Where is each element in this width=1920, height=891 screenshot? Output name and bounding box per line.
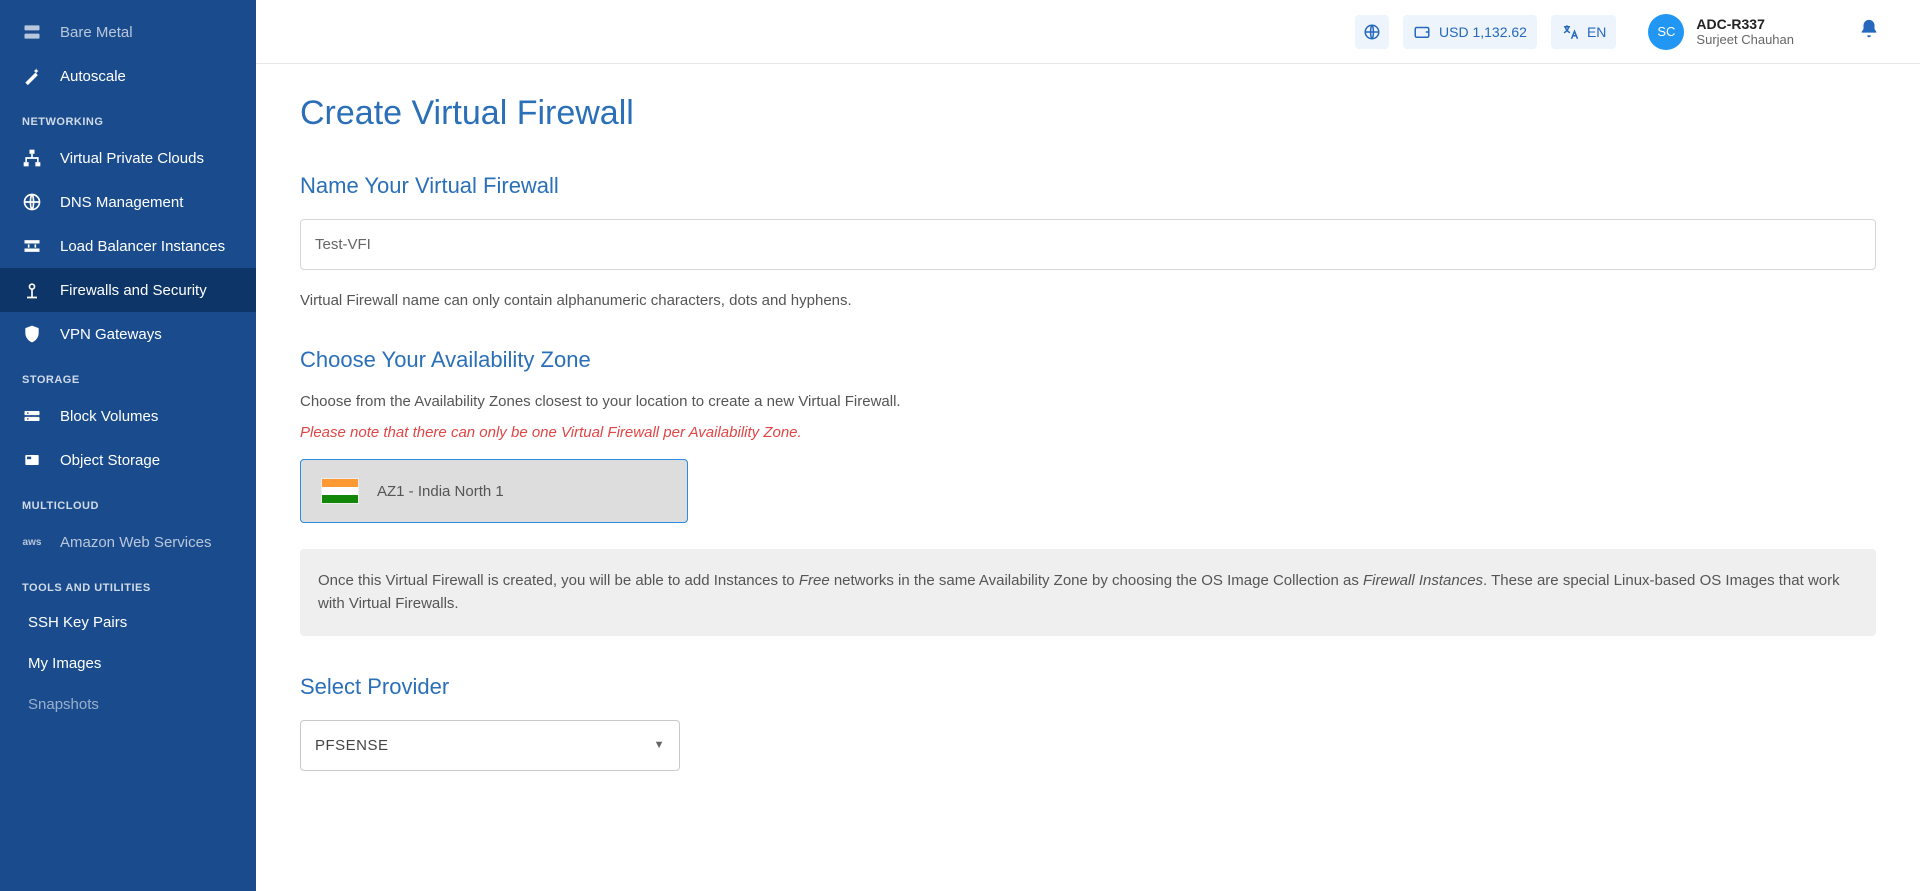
zone-intro-text: Choose from the Availability Zones close…	[300, 393, 1876, 410]
section-provider: Select Provider PFSENSE ▼	[300, 674, 1876, 771]
bell-icon	[1858, 27, 1880, 44]
section-title-name: Name Your Virtual Firewall	[300, 173, 1876, 199]
sidebar-item-aws[interactable]: aws Amazon Web Services	[0, 520, 256, 564]
language-text: EN	[1587, 24, 1606, 40]
sidebar-item-my-images[interactable]: My Images	[0, 643, 256, 684]
sidebar-item-block-volumes[interactable]: Block Volumes	[0, 394, 256, 438]
sidebar-item-vpn[interactable]: VPN Gateways	[0, 312, 256, 356]
bucket-icon	[22, 450, 42, 470]
region-button[interactable]	[1355, 15, 1389, 49]
flag-india-icon	[321, 478, 359, 504]
sidebar-item-snapshots[interactable]: Snapshots	[0, 684, 256, 725]
chevron-down-icon: ▼	[654, 739, 665, 751]
language-chip[interactable]: EN	[1551, 15, 1616, 49]
section-title-provider: Select Provider	[300, 674, 1876, 700]
sidebar-item-label: Amazon Web Services	[60, 534, 211, 551]
disk-icon	[22, 406, 42, 426]
zone-label: AZ1 - India North 1	[377, 483, 504, 500]
content-scroll[interactable]: Create Virtual Firewall Name Your Virtua…	[256, 64, 1920, 891]
section-zone: Choose Your Availability Zone Choose fro…	[300, 347, 1876, 636]
sidebar-item-firewalls[interactable]: Firewalls and Security	[0, 268, 256, 312]
globe-icon	[1363, 23, 1381, 41]
content: Create Virtual Firewall Name Your Virtua…	[256, 64, 1920, 891]
sidebar-item-label: Virtual Private Clouds	[60, 150, 204, 167]
sidebar-item-bare-metal[interactable]: Bare Metal	[0, 10, 256, 54]
balance-text: USD 1,132.62	[1439, 24, 1527, 40]
aws-icon: aws	[22, 532, 42, 552]
balance-chip[interactable]: USD 1,132.62	[1403, 15, 1537, 49]
avatar: SC	[1648, 14, 1684, 50]
shield-icon	[22, 324, 42, 344]
globe-icon	[22, 192, 42, 212]
zone-info-box: Once this Virtual Firewall is created, y…	[300, 549, 1876, 636]
translate-icon	[1561, 23, 1579, 41]
provider-selected-value: PFSENSE	[315, 737, 389, 754]
main: USD 1,132.62 EN SC ADC-R337 Surjeet Chau…	[256, 0, 1920, 891]
topbar: USD 1,132.62 EN SC ADC-R337 Surjeet Chau…	[256, 0, 1920, 64]
sidebar-heading-networking: NETWORKING	[0, 98, 256, 136]
zone-warning-text: Please note that there can only be one V…	[300, 424, 1876, 441]
sidebar-item-label: DNS Management	[60, 194, 183, 211]
server-icon	[22, 22, 42, 42]
section-name: Name Your Virtual Firewall Virtual Firew…	[300, 173, 1876, 309]
sidebar-heading-tools: TOOLS AND UTILITIES	[0, 564, 256, 602]
sidebar-item-dns[interactable]: DNS Management	[0, 180, 256, 224]
firewall-icon	[22, 280, 42, 300]
sidebar-item-label: Load Balancer Instances	[60, 238, 225, 255]
section-title-zone: Choose Your Availability Zone	[300, 347, 1876, 373]
sidebar: Bare Metal Autoscale NETWORKING Virtual …	[0, 0, 256, 891]
sidebar-item-ssh-keys[interactable]: SSH Key Pairs	[0, 602, 256, 643]
network-icon	[22, 148, 42, 168]
sidebar-item-object-storage[interactable]: Object Storage	[0, 438, 256, 482]
sidebar-item-label: VPN Gateways	[60, 326, 162, 343]
firewall-name-input[interactable]	[300, 219, 1876, 270]
availability-zone-card[interactable]: AZ1 - India North 1	[300, 459, 688, 523]
sidebar-item-label: Autoscale	[60, 68, 126, 85]
account-code: ADC-R337	[1696, 16, 1794, 32]
user-menu[interactable]: SC ADC-R337 Surjeet Chauhan	[1648, 14, 1794, 50]
wallet-icon	[1413, 23, 1431, 41]
provider-select[interactable]: PFSENSE ▼	[300, 720, 680, 771]
wand-icon	[22, 66, 42, 86]
sidebar-item-label: Bare Metal	[60, 24, 133, 41]
sidebar-heading-storage: STORAGE	[0, 356, 256, 394]
sidebar-heading-multicloud: MULTICLOUD	[0, 482, 256, 520]
notifications-button[interactable]	[1858, 18, 1880, 45]
sidebar-item-load-balancer[interactable]: Load Balancer Instances	[0, 224, 256, 268]
sidebar-item-label: Firewalls and Security	[60, 282, 207, 299]
user-name: Surjeet Chauhan	[1696, 32, 1794, 47]
sidebar-item-label: Object Storage	[60, 452, 160, 469]
page-title: Create Virtual Firewall	[300, 94, 1876, 133]
sidebar-item-autoscale[interactable]: Autoscale	[0, 54, 256, 98]
sidebar-item-vpc[interactable]: Virtual Private Clouds	[0, 136, 256, 180]
sidebar-item-label: Block Volumes	[60, 408, 158, 425]
lb-icon	[22, 236, 42, 256]
name-helper-text: Virtual Firewall name can only contain a…	[300, 292, 1876, 309]
